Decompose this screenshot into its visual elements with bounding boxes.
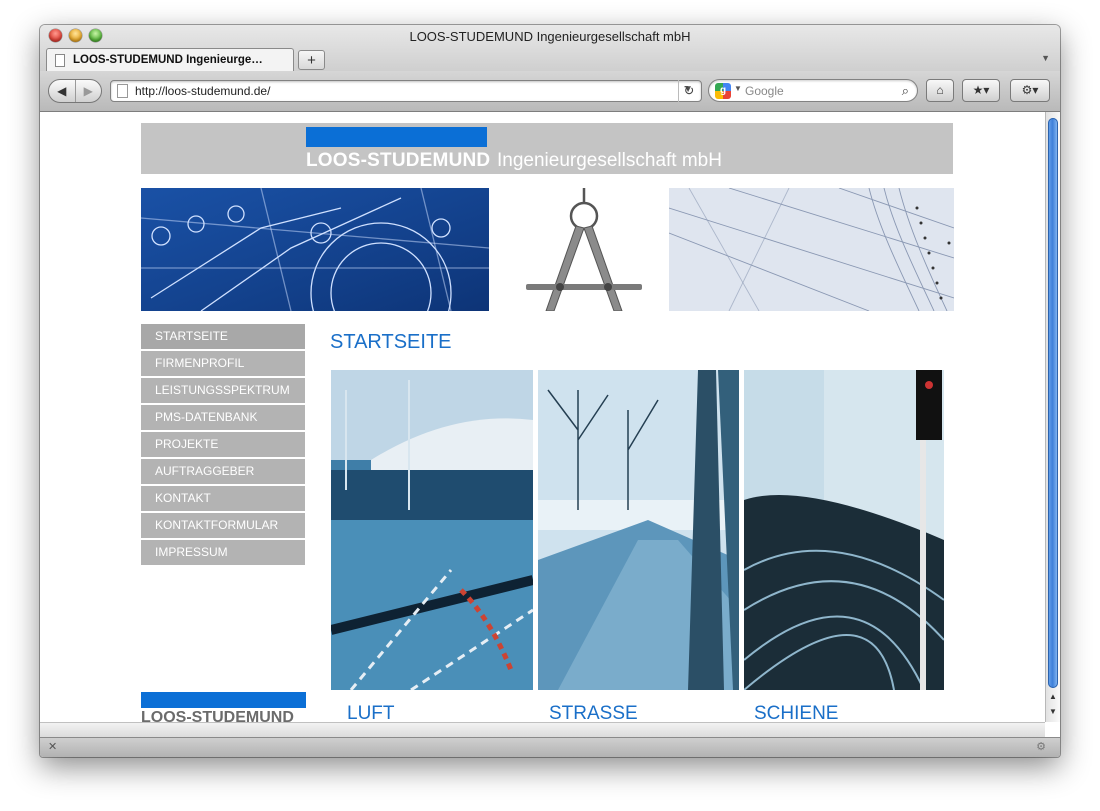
page-icon [117,84,128,98]
menu-item-kontaktformular[interactable]: KONTAKTFORMULAR [141,513,305,538]
status-bar: ✕ ⚙ [40,737,1060,757]
vertical-scrollbar[interactable]: ▲ ▼ [1045,112,1060,722]
menu-item-leistungsspektrum[interactable]: LEISTUNGSSPEKTRUM [141,378,305,403]
reload-button[interactable]: ↻ [678,80,699,102]
search-bar[interactable]: g ▼ Google ⌕ [708,79,918,102]
main-menu: STARTSEITE FIRMENPROFIL LEISTUNGSSPEKTRU… [141,324,305,567]
status-close-icon[interactable]: ✕ [48,740,57,753]
site-name[interactable]: LOOS-STUDEMUND [306,150,490,172]
forward-button[interactable]: ▶ [74,80,102,102]
compass-image [524,188,644,311]
tab-active[interactable]: LOOS-STUDEMUND Ingenieurge… [46,48,294,71]
google-icon[interactable]: g [715,83,731,99]
site-banner: LOOS-STUDEMUND Ingenieurgesellschaft mbH [141,123,953,174]
url-text[interactable]: http://loos-studemund.de/ [135,84,270,98]
new-tab-button[interactable]: + [298,50,325,70]
menu-item-pms-datenbank[interactable]: PMS-DATENBANK [141,405,305,430]
tab-label: LOOS-STUDEMUND Ingenieurge… [73,54,263,66]
bookmarks-button[interactable]: ★▾ [962,79,1000,102]
menu-item-kontakt[interactable]: KONTAKT [141,486,305,511]
search-input[interactable]: Google [745,84,784,98]
back-button[interactable]: ◀ [49,80,75,102]
site-subtitle: Ingenieurgesellschaft mbH [497,150,722,171]
survey-map-image [669,188,954,311]
scrollbar-thumb[interactable] [1048,118,1058,688]
page-viewport: LOOS-STUDEMUND Ingenieurgesellschaft mbH [40,112,1045,722]
airport-photo[interactable] [331,370,533,690]
menu-item-projekte[interactable]: PROJEKTE [141,432,305,457]
banner-accent-bar [306,127,487,147]
blueprint-image [141,188,489,311]
street-photo[interactable] [538,370,739,690]
status-addon-icon: ⚙ [1036,741,1046,753]
search-engine-dropdown-icon[interactable]: ▼ [734,84,742,93]
title-bar: LOOS-STUDEMUND Ingenieurgesellschaft mbH… [40,25,1060,71]
scroll-down-arrow-icon[interactable]: ▼ [1049,707,1057,716]
menu-item-startseite[interactable]: STARTSEITE [141,324,305,349]
tab-menu-icon[interactable]: ▼ [1041,53,1050,63]
horizontal-scrollbar[interactable] [40,722,1045,737]
home-button[interactable]: ⌂ [926,79,954,102]
menu-item-firmenprofil[interactable]: FIRMENPROFIL [141,351,305,376]
footer-logo-text: LOOS-STUDEMUND [141,709,294,722]
search-icon[interactable]: ⌕ [902,83,909,99]
browser-window: LOOS-STUDEMUND Ingenieurgesellschaft mbH… [40,25,1060,757]
menu-item-impressum[interactable]: IMPRESSUM [141,540,305,565]
window-title: LOOS-STUDEMUND Ingenieurgesellschaft mbH [409,29,691,44]
nav-buttons: ◀ ▶ [48,79,102,103]
caption-luft[interactable]: LUFT [347,703,395,722]
footer-accent-bar [141,692,306,708]
caption-schiene[interactable]: SCHIENE [754,703,838,722]
tools-button[interactable]: ⚙▾ [1010,79,1050,102]
page-title: STARTSEITE [330,331,452,353]
address-bar[interactable]: http://loos-studemund.de/ ▼ [110,80,702,102]
scroll-up-arrow-icon[interactable]: ▲ [1049,692,1057,701]
railway-photo[interactable] [744,370,944,690]
toolbar: ◀ ▶ http://loos-studemund.de/ ▼ ↻ g ▼ Go… [40,71,1060,112]
page-icon [55,53,65,67]
tab-strip: LOOS-STUDEMUND Ingenieurge… + ▼ [40,47,1060,71]
menu-item-auftraggeber[interactable]: AUFTRAGGEBER [141,459,305,484]
caption-strasse[interactable]: STRASSE [549,703,638,722]
